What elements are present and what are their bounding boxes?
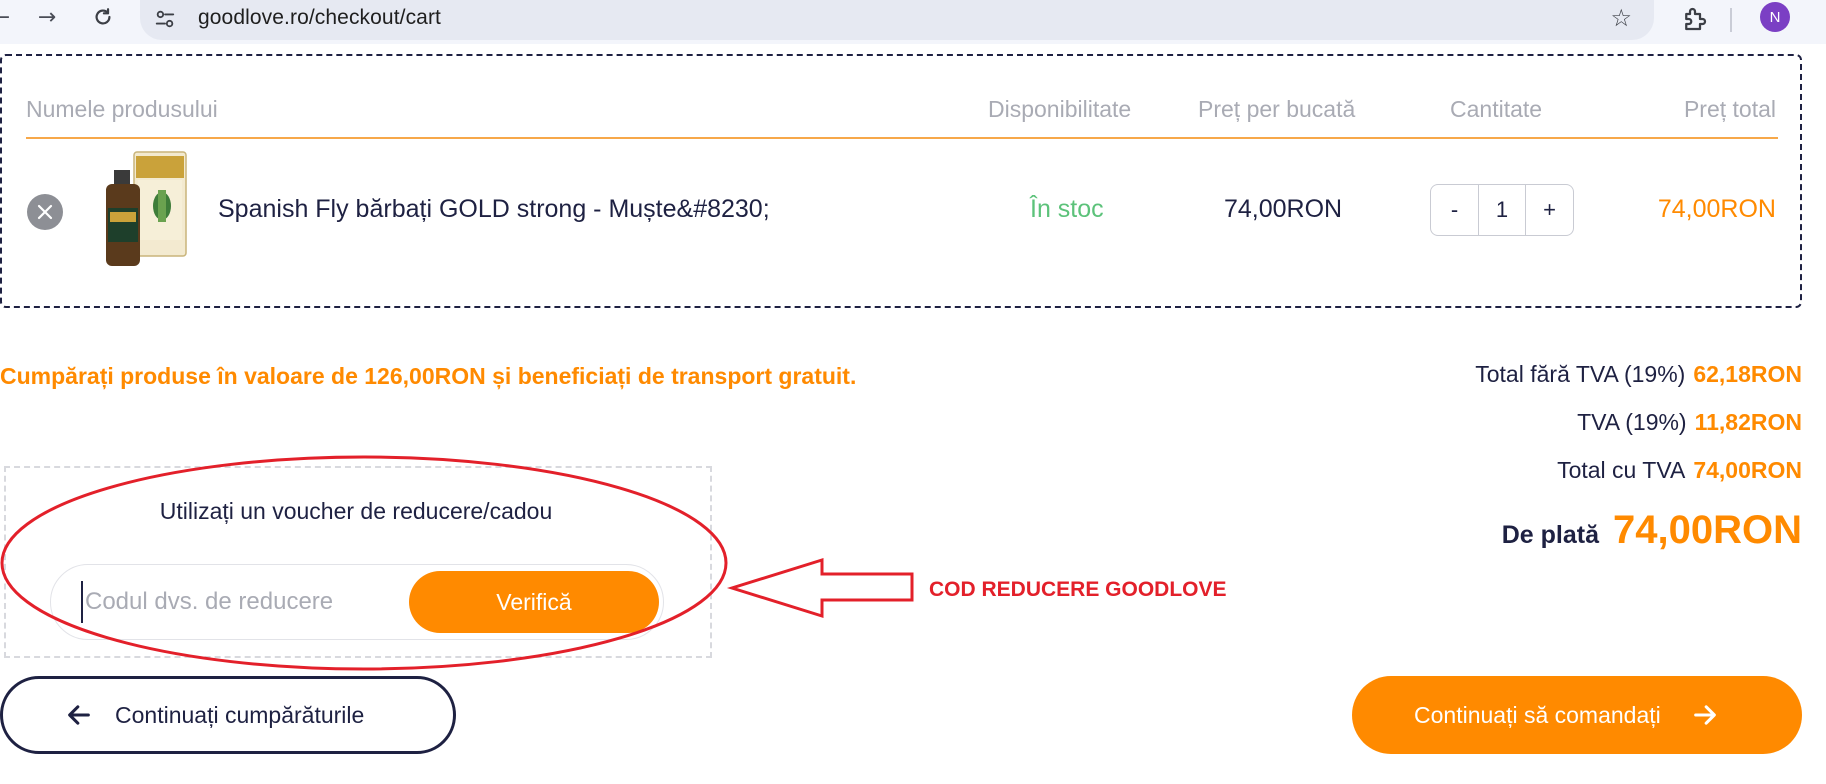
quantity-increase-button[interactable]: + — [1526, 185, 1573, 235]
browser-toolbar: ← → goodlove.ro/checkout/cart ☆ N — [0, 0, 1826, 44]
availability-status: În stoc — [1030, 195, 1104, 223]
remove-item-button[interactable] — [27, 194, 63, 230]
vat-amount: TVA (19%) 11,82RON — [1577, 409, 1802, 436]
verify-voucher-button[interactable]: Verifică — [409, 571, 659, 633]
header-availability: Disponibilitate — [988, 96, 1132, 122]
url-path: /checkout/cart — [308, 6, 441, 29]
total-without-vat-value: 62,18RON — [1693, 361, 1802, 387]
quantity-decrease-button[interactable]: - — [1431, 185, 1478, 235]
continue-order-button[interactable]: Continuați să comandați — [1352, 676, 1802, 754]
total-with-vat-label: Total cu TVA — [1557, 457, 1686, 483]
voucher-title: Utilizați un voucher de reducere/cadou — [159, 498, 553, 524]
quantity-stepper: - 1 + — [1430, 184, 1574, 236]
toolbar-divider — [1730, 8, 1732, 32]
continue-shopping-label: Continuați cumpărăturile — [115, 701, 365, 728]
line-total: 74,00RON — [1657, 195, 1776, 223]
voucher-section: Utilizați un voucher de reducere/cadou V… — [4, 466, 712, 658]
total-with-vat-value: 74,00RON — [1693, 457, 1802, 483]
vat-value: 11,82RON — [1694, 409, 1802, 435]
forward-arrow-icon[interactable]: → — [32, 2, 62, 32]
extensions-icon[interactable] — [1680, 4, 1710, 34]
total-without-vat: Total fără TVA (19%) 62,18RON — [1475, 361, 1802, 388]
voucher-code-input[interactable] — [81, 581, 381, 623]
arrow-left-icon — [68, 705, 90, 725]
annotation-arrow — [726, 557, 914, 619]
promo-prefix: Cumpărați produse în valoare de — [0, 363, 365, 389]
promo-suffix: și beneficiați de transport gratuit. — [485, 363, 857, 389]
profile-avatar[interactable]: N — [1760, 2, 1790, 32]
promo-amount: 126,00RON — [364, 363, 486, 389]
header-quantity: Cantitate — [1450, 96, 1543, 122]
continue-order-label: Continuați să comandați — [1414, 701, 1661, 728]
product-image[interactable] — [100, 150, 192, 272]
amount-due-label: De plată — [1501, 521, 1600, 549]
total-with-vat: Total cu TVA 74,00RON — [1557, 457, 1802, 484]
amount-due-value: 74,00RON — [1613, 508, 1802, 552]
free-shipping-message: Cumpărați produse în valoare de 126,00RO… — [0, 358, 900, 394]
cart-table: Numele produsului Disponibilitate Preț p… — [0, 54, 1802, 308]
product-name-link[interactable]: Spanish Fly bărbați GOLD strong - Muște&… — [218, 195, 770, 224]
arrow-right-icon — [1693, 705, 1716, 725]
header-divider — [26, 137, 1778, 139]
url-text[interactable]: goodlove.ro/checkout/cart — [198, 6, 441, 30]
quantity-input[interactable]: 1 — [1478, 185, 1526, 235]
back-arrow-icon[interactable]: ← — [0, 2, 16, 32]
site-info-icon[interactable] — [154, 8, 176, 30]
star-icon[interactable]: ☆ — [1610, 4, 1632, 32]
voucher-form: Verifică — [50, 564, 664, 640]
header-product: Numele produsului — [26, 96, 218, 122]
header-unit-price: Preț per bucată — [1198, 96, 1356, 122]
close-icon — [37, 204, 53, 220]
total-without-vat-label: Total fără TVA (19%) — [1475, 361, 1686, 387]
vat-label: TVA (19%) — [1577, 409, 1687, 435]
header-total: Preț total — [1683, 96, 1776, 122]
unit-price: 74,00RON — [1224, 195, 1343, 223]
amount-due: De plată 74,00RON — [1502, 508, 1802, 553]
reload-icon[interactable] — [88, 2, 118, 32]
annotation-label: COD REDUCERE GOODLOVE — [929, 578, 1227, 601]
address-bar[interactable]: goodlove.ro/checkout/cart ☆ — [140, 0, 1654, 40]
continue-shopping-button[interactable]: Continuați cumpărăturile — [0, 676, 456, 754]
url-host: goodlove.ro — [198, 6, 309, 29]
